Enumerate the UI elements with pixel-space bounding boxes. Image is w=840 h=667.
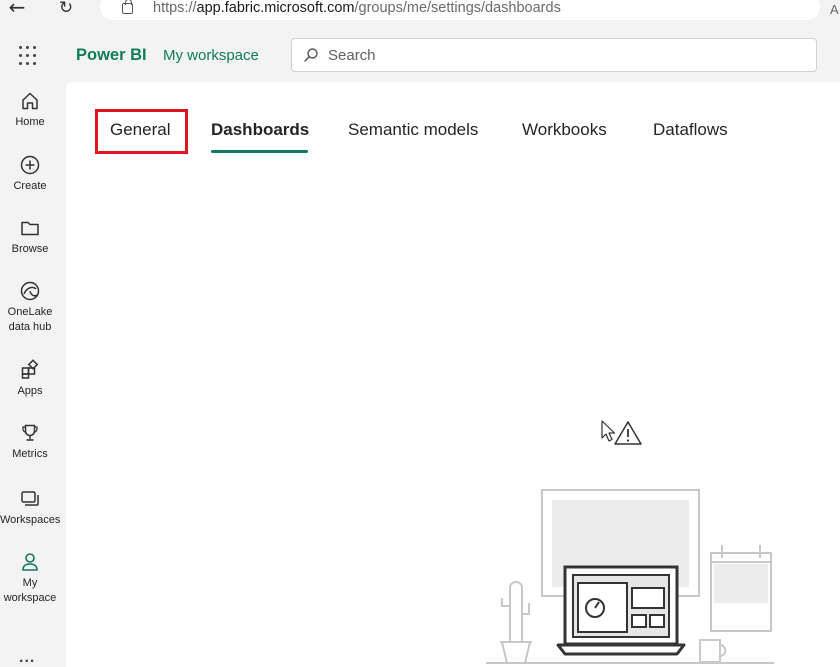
folder-icon: [21, 221, 39, 236]
search-box[interactable]: [291, 38, 817, 72]
settings-panel: General Dashboards Semantic models Workb…: [66, 82, 840, 667]
app-name[interactable]: Power BI: [76, 46, 147, 65]
nav-label: My: [22, 577, 38, 589]
nav-item-metrics[interactable]: Metrics: [0, 422, 60, 462]
empty-state-illustration: [486, 489, 774, 664]
home-icon: [22, 92, 38, 110]
left-nav: Home Create Browse OneLake data hub Apps…: [0, 82, 66, 667]
nav-label: Workspaces: [0, 514, 61, 526]
nav-label: Create: [13, 180, 47, 192]
tab-dataflows[interactable]: Dataflows: [653, 120, 728, 140]
search-input[interactable]: [328, 45, 798, 65]
nav-label-line2: workspace: [3, 592, 57, 604]
app-header: Power BI My workspace: [0, 22, 840, 82]
address-bar[interactable]: https://app.fabric.microsoft.com/groups/…: [100, 0, 820, 20]
nav-item-home[interactable]: Home: [0, 90, 60, 130]
nav-label: Home: [15, 116, 45, 128]
more-icon[interactable]: ...: [19, 649, 35, 667]
nav-item-create[interactable]: Create: [0, 154, 60, 194]
workspace-breadcrumb[interactable]: My workspace: [163, 47, 259, 64]
nav-label: OneLake: [7, 306, 53, 318]
app-launcher-icon[interactable]: [19, 46, 39, 66]
onelake-icon: [20, 281, 40, 301]
profile-letter[interactable]: A: [830, 2, 839, 17]
nav-item-my-workspace[interactable]: My workspace: [0, 551, 60, 606]
lock-icon[interactable]: [122, 0, 133, 14]
back-arrow-icon[interactable]: ←: [6, 0, 28, 20]
nav-item-browse[interactable]: Browse: [0, 217, 60, 257]
person-icon: [22, 553, 38, 571]
tab-dashboards[interactable]: Dashboards: [211, 120, 309, 140]
trophy-icon: [22, 424, 38, 441]
reload-icon[interactable]: ↻: [55, 0, 77, 20]
nav-label: Browse: [11, 243, 49, 255]
nav-item-apps[interactable]: Apps: [0, 359, 60, 399]
active-tab-indicator: [211, 150, 308, 153]
highlight-annotation: [95, 109, 188, 154]
tab-semantic-models[interactable]: Semantic models: [348, 120, 478, 140]
workspaces-icon: [21, 491, 39, 506]
nav-label: Apps: [17, 385, 43, 397]
nav-label: Metrics: [12, 448, 48, 460]
nav-item-workspaces[interactable]: Workspaces: [0, 488, 60, 528]
url-text[interactable]: https://app.fabric.microsoft.com/groups/…: [153, 0, 561, 16]
browser-toolbar: ← ↻ https://app.fabric.microsoft.com/gro…: [0, 0, 840, 22]
apps-icon: [21, 359, 39, 379]
search-icon: [304, 48, 318, 62]
nav-item-onelake[interactable]: OneLake data hub: [0, 280, 60, 335]
nav-label-line2: data hub: [8, 321, 52, 333]
tab-workbooks[interactable]: Workbooks: [522, 120, 607, 140]
plus-circle-icon: [20, 155, 40, 175]
